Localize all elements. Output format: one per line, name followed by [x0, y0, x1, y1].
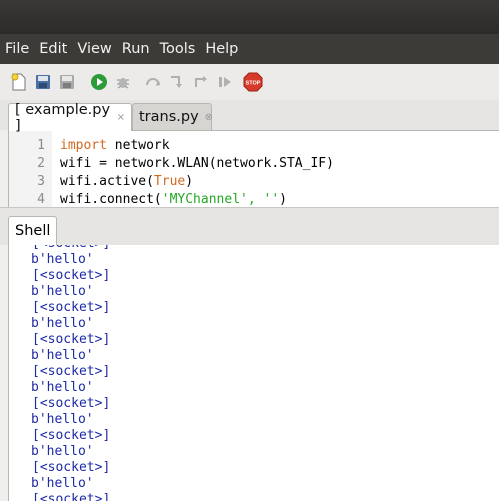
code-line: import network	[60, 138, 170, 153]
stop-icon[interactable]: STOP	[241, 70, 265, 94]
run-icon[interactable]	[87, 70, 111, 94]
code-line: wifi.connect('MYChannel', '')	[60, 192, 287, 207]
line-number: 1	[37, 138, 45, 153]
shell-output-line: [<socket>]	[32, 428, 111, 443]
shell-output-line: b'hello'	[31, 252, 94, 267]
tab-trans-py[interactable]: trans.py ⊗	[132, 103, 213, 130]
shell-output-line: b'hello'	[31, 444, 94, 459]
step-over-icon[interactable]	[141, 70, 165, 94]
menu-run[interactable]: Run	[117, 34, 155, 64]
menu-file[interactable]: File	[0, 34, 34, 64]
shell-output-line: b'hello'	[31, 348, 94, 363]
save-file-icon[interactable]	[55, 70, 79, 94]
shell-output-line: [<socket>]	[32, 460, 111, 475]
shell-output-line: [<socket>]	[32, 364, 111, 379]
shell-console[interactable]: [<socket>]b'hello'[<socket>]b'hello'[<so…	[8, 245, 499, 501]
line-number: 3	[37, 174, 45, 189]
shell-output-line: b'hello'	[31, 380, 94, 395]
close-icon[interactable]: ×	[117, 112, 125, 123]
open-file-icon[interactable]	[31, 70, 55, 94]
toolbar: STOP	[0, 64, 499, 100]
shell-output-line: b'hello'	[31, 284, 94, 299]
shell-output-line: [<socket>]	[32, 300, 111, 315]
menu-edit[interactable]: Edit	[34, 34, 72, 64]
resume-icon[interactable]	[213, 70, 237, 94]
new-file-icon[interactable]	[7, 70, 31, 94]
shell-output-line: b'hello'	[31, 316, 94, 331]
pane-splitter[interactable]	[0, 207, 499, 216]
line-number-gutter: 1 2 3 4	[9, 131, 52, 207]
line-number: 4	[37, 192, 45, 207]
tab-label: [ example.py ]	[15, 101, 111, 134]
step-out-icon[interactable]	[189, 70, 213, 94]
shell-output-line: [<socket>]	[32, 268, 111, 283]
tab-shell[interactable]: Shell	[8, 216, 57, 245]
debug-icon[interactable]	[111, 70, 135, 94]
tab-label: trans.py	[139, 109, 199, 125]
menu-view[interactable]: View	[72, 34, 116, 64]
code-line: wifi.active(True)	[60, 174, 194, 189]
shell-output-line: [<socket>]	[32, 492, 111, 501]
svg-text:STOP: STOP	[246, 81, 261, 87]
code-editor[interactable]: 1 2 3 4 import network wifi = network.WL…	[8, 130, 499, 207]
editor-tab-bar: [ example.py ] × trans.py ⊗	[0, 100, 499, 134]
menu-help[interactable]: Help	[200, 34, 243, 64]
menu-bar: File Edit View Run Tools Help	[0, 34, 499, 64]
step-into-icon[interactable]	[165, 70, 189, 94]
shell-output-line: [<socket>]	[32, 245, 110, 251]
menu-tools[interactable]: Tools	[155, 34, 201, 64]
tab-example-py[interactable]: [ example.py ] ×	[8, 101, 132, 134]
shell-output-line: [<socket>]	[32, 396, 111, 411]
line-number: 2	[37, 156, 45, 171]
code-line: wifi = network.WLAN(network.STA_IF)	[60, 156, 334, 171]
window-titlebar	[0, 0, 499, 34]
shell-output-line: b'hello'	[31, 476, 94, 491]
shell-output-line: [<socket>]	[32, 332, 111, 347]
close-icon[interactable]: ⊗	[205, 112, 213, 123]
shell-tab-bar: Shell	[0, 216, 499, 245]
shell-output-line: b'hello'	[31, 412, 94, 427]
